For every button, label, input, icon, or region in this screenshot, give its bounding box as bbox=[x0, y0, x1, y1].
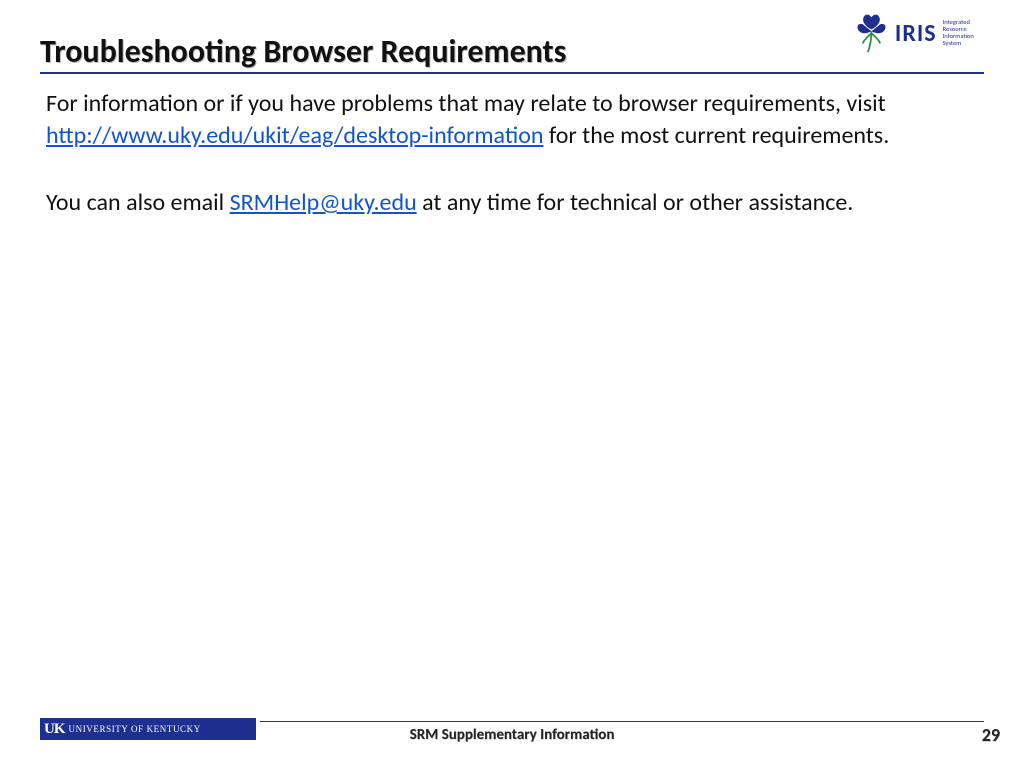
iris-logo-text-wrap: IRIS bbox=[895, 19, 937, 48]
iris-sub-2: Information System bbox=[943, 33, 994, 47]
paragraph-2: You can also email SRMHelp@uky.edu at an… bbox=[46, 187, 926, 219]
slide: Troubleshooting Browser Requirements IRI… bbox=[0, 0, 1024, 768]
body-text: For information or if you have problems … bbox=[46, 88, 926, 253]
p2-text-a: You can also email bbox=[46, 188, 230, 217]
footer-rule bbox=[260, 721, 984, 722]
iris-logo-subtitle: Integrated Resource Information System bbox=[943, 19, 994, 46]
footer-center-text: SRM Supplementary Information bbox=[0, 726, 1024, 744]
iris-logo-text: IRIS bbox=[895, 19, 937, 48]
page-title: Troubleshooting Browser Requirements bbox=[40, 32, 566, 71]
page-number: 29 bbox=[982, 724, 1000, 746]
desktop-info-link[interactable]: http://www.uky.edu/ukit/eag/desktop-info… bbox=[46, 121, 543, 150]
paragraph-1: For information or if you have problems … bbox=[46, 88, 926, 153]
p1-text-a: For information or if you have problems … bbox=[46, 89, 886, 118]
iris-sub-1: Integrated Resource bbox=[943, 19, 994, 33]
title-underline bbox=[40, 72, 984, 74]
iris-logo: IRIS Integrated Resource Information Sys… bbox=[854, 10, 994, 56]
p1-text-b: for the most current requirements. bbox=[543, 121, 889, 150]
p2-text-b: at any time for technical or other assis… bbox=[417, 188, 854, 217]
iris-flower-icon bbox=[854, 12, 889, 54]
srm-help-email-link[interactable]: SRMHelp@uky.edu bbox=[230, 188, 417, 217]
